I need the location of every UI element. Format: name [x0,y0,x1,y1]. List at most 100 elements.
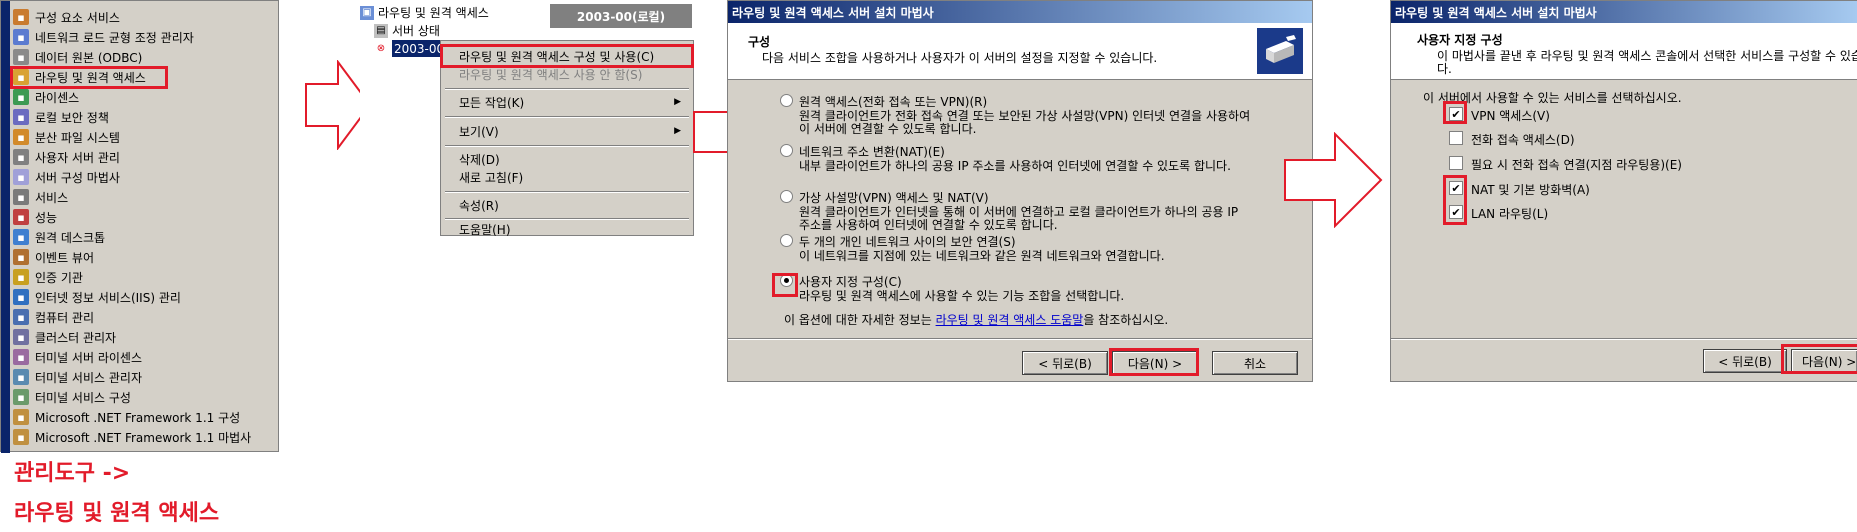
admin-menu-item-label: 구성 요소 서비스 [35,10,120,25]
service-option[interactable]: 전화 접속 액세스(D) [1449,131,1575,148]
menu-separator [445,145,689,147]
config-option-text: 원격 액세스(전화 접속 또는 VPN)(R) 원격 클라이언트가 전화 접속 연… [799,93,1250,136]
wizard-custom-heading: 사용자 지정 구성 [1417,33,1503,47]
wizard-custom-header: 사용자 지정 구성 이 마법사를 끝낸 후 라우팅 및 원격 액세스 콘솔에서 … [1391,23,1857,80]
admin-menu-item[interactable]: ▪ Microsoft .NET Framework 1.1 구성 [13,407,275,427]
admin-menu-item[interactable]: ▪ 구성 요소 서비스 [13,7,275,27]
terminal-manager-icon: ▪ [13,369,29,385]
cancel-button[interactable]: 취소 [1212,351,1298,375]
admin-menu-item[interactable]: ▪ 터미널 서비스 관리자 [13,367,275,387]
radio-button[interactable] [780,234,793,247]
admin-menu-item-label: 인터넷 정보 서비스(IIS) 관리 [35,290,181,305]
admin-menu-item[interactable]: ▪ 로컬 보안 정책 [13,107,275,127]
tree-item-status[interactable]: ▤ 서버 상태 [374,22,440,39]
admin-menu-item[interactable]: ▪ 이벤트 뷰어 [13,247,275,267]
cert-icon: ▪ [13,269,29,285]
admin-menu-item[interactable]: ▪ 분산 파일 시스템 [13,127,275,147]
admin-menu-item-label: 로컬 보안 정책 [35,110,109,125]
admin-menu-item[interactable]: ▪ 컴퓨터 관리 [13,307,275,327]
admin-menu-item[interactable]: ▪ 네트워크 로드 균형 조정 관리자 [13,27,275,47]
admin-menu-item[interactable]: ▪ 클러스터 관리자 [13,327,275,347]
config-option[interactable]: 사용자 지정 구성(C) 라우팅 및 원격 액세스에 사용할 수 있는 기능 조합… [780,273,1124,303]
menu-item-help[interactable]: 도움말(H) [459,222,689,237]
admin-menu-item[interactable]: ▪ 라이센스 [13,87,275,107]
radio-button[interactable] [780,144,793,157]
admin-menu-item-label: 이벤트 뷰어 [35,250,95,265]
remote-desktop-icon: ▪ [13,229,29,245]
config-option-label: 가상 사설망(VPN) 액세스 및 NAT(V) [799,191,989,205]
menu-separator [445,88,689,90]
radio-button[interactable] [780,94,793,107]
config-option[interactable]: 네트워크 주소 변환(NAT)(E) 내부 클라이언트가 하나의 공용 IP 주소… [780,143,1231,173]
performance-icon: ▪ [13,209,29,225]
config-option[interactable]: 두 개의 개인 네트워크 사이의 보안 연결(S) 이 네트워크를 지점에 있는 … [780,233,1165,263]
service-option[interactable]: 필요 시 전화 접속 연결(지점 라우팅용)(E) [1449,156,1682,173]
admin-menu-item[interactable]: ▪ 사용자 서버 관리 [13,147,275,167]
back-button[interactable]: < 뒤로(B) [1022,351,1108,375]
admin-menu-item[interactable]: ▪ 서버 구성 마법사 [13,167,275,187]
help-link[interactable]: 라우팅 및 원격 액세스 도움말 [936,313,1084,327]
admin-menu-item-label: 사용자 서버 관리 [35,150,120,165]
menu-separator [445,116,689,118]
security-policy-icon: ▪ [13,109,29,125]
cluster-icon: ▪ [13,329,29,345]
admin-menu-item-label: 터미널 서버 라이센스 [35,350,142,365]
admin-menu-item-label: 성능 [35,210,58,225]
server-status-icon: ▤ [374,23,388,38]
computer-icon: ▪ [13,309,29,325]
menu-disable-label: 라우팅 및 원격 액세스 사용 안 함(S) [459,67,643,82]
admin-menu-item-label: 터미널 서비스 관리자 [35,370,142,385]
back-button[interactable]: < 뒤로(B) [1703,349,1787,373]
admin-menu-item[interactable]: ▪ 데이터 원본 (ODBC) [13,47,275,67]
admin-menu-item[interactable]: ▪ 터미널 서버 라이센스 [13,347,275,367]
caption-line1: 관리도구 -> [14,461,131,486]
dotnet-icon: ▪ [13,409,29,425]
arrow-right-icon [1284,132,1383,228]
config-option-label: 네트워크 주소 변환(NAT)(E) [799,145,945,159]
admin-menu-item[interactable]: ▪ 인터넷 정보 서비스(IIS) 관리 [13,287,275,307]
dotnet-icon: ▪ [13,429,29,445]
admin-menu-item-label: 컴퓨터 관리 [35,310,95,325]
menu-item-properties[interactable]: 속성(R) [459,195,689,215]
more-info-prefix: 이 옵션에 대한 자세한 정보는 [784,313,932,327]
highlight-next-button [1781,344,1857,374]
service-option[interactable]: ✔ NAT 및 기본 방화벽(A) [1449,181,1590,198]
checkbox-icon[interactable] [1449,131,1463,145]
checkbox-icon[interactable] [1449,156,1463,170]
admin-menu-item[interactable]: ▪ 터미널 서비스 구성 [13,387,275,407]
menu-item-view[interactable]: 보기(V) ▶ [459,121,689,141]
config-option-desc: 이 서버에 연결할 수 있도록 합니다. [799,122,977,136]
wizard-custom-subheading-1: 이 마법사를 끝낸 후 라우팅 및 원격 액세스 콘솔에서 선택한 서비스를 구… [1437,49,1857,63]
admin-menu-item[interactable]: ▪ 서비스 [13,187,275,207]
admin-menu-item[interactable]: ▪ 원격 데스크톱 [13,227,275,247]
menu-item-delete[interactable]: 삭제(D) [459,149,689,169]
tree-item-root[interactable]: ▣ 라우팅 및 원격 액세스 [360,4,489,21]
highlight-routing-item [10,66,168,89]
menu-side-strip [1,1,10,453]
admin-menu-item[interactable]: ▪ Microsoft .NET Framework 1.1 마법사 [13,427,275,447]
nlb-icon: ▪ [13,29,29,45]
admin-menu-item-label: 클러스터 관리자 [35,330,117,345]
menu-item-all-tasks[interactable]: 모든 작업(K) ▶ [459,92,689,112]
config-option[interactable]: 원격 액세스(전화 접속 또는 VPN)(R) 원격 클라이언트가 전화 접속 연… [780,93,1250,136]
service-option-label: NAT 및 기본 방화벽(A) [1471,183,1590,197]
admin-menu-item-label: 라이센스 [35,90,80,105]
iis-icon: ▪ [13,289,29,305]
service-option-label: LAN 라우팅(L) [1471,207,1549,221]
menu-view-label: 보기(V) [459,124,499,139]
admin-menu-item-label: Microsoft .NET Framework 1.1 구성 [35,410,241,425]
wizard-icon: ▪ [13,169,29,185]
config-option-text: 두 개의 개인 네트워크 사이의 보안 연결(S) 이 네트워크를 지점에 있는 … [799,233,1165,263]
menu-item-refresh[interactable]: 새로 고침(F) [459,167,689,187]
services-icon: ▪ [13,189,29,205]
config-option-text: 네트워크 주소 변환(NAT)(E) 내부 클라이언트가 하나의 공용 IP 주소… [799,143,1231,173]
admin-menu-item[interactable]: ▪ 인증 기관 [13,267,275,287]
console-column-header: 2003-00(로컬) [550,4,692,28]
license-icon: ▪ [13,89,29,105]
admin-menu-item[interactable]: ▪ 성능 [13,207,275,227]
admin-menu-item-label: 터미널 서비스 구성 [35,390,131,405]
config-option[interactable]: 가상 사설망(VPN) 액세스 및 NAT(V) 원격 클라이언트가 인터넷을 통… [780,189,1238,232]
radio-button[interactable] [780,190,793,203]
menu-all-tasks-label: 모든 작업(K) [459,95,525,110]
tree-root-label: 라우팅 및 원격 액세스 [378,6,489,20]
